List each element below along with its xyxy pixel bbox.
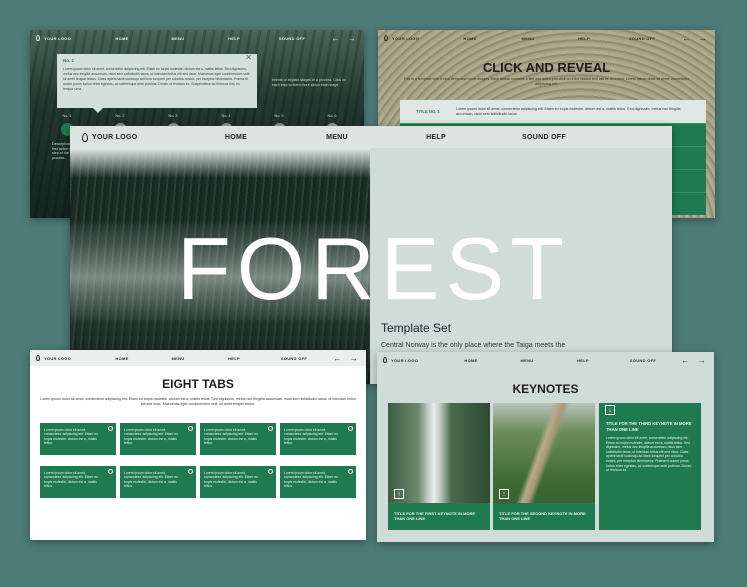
slide-title: KEYNOTES [512,382,579,396]
slide-arrows: ← → [681,356,706,365]
tab-icon [348,426,353,431]
nav-home[interactable]: HOME [463,36,476,41]
logo[interactable]: YOUR LOGO [36,355,71,361]
arrow-right-icon[interactable]: → [350,354,358,363]
nav-help[interactable]: HELP [228,36,240,41]
keynote-card-1[interactable]: ↑ TITLE FOR THE FIRST KEYNOTE IN MORE TH… [388,403,490,530]
hero-title: FOREST [177,219,570,318]
slide-nav-bar: YOUR LOGO HOME MENU HELP SOUND OFF ← → [378,30,715,46]
slide-title: EIGHT TABS [162,377,234,391]
keynote-caption: ↑ TITLE FOR THE SECOND KEYNOTE IN MORE T… [493,489,595,530]
tab-icon [108,469,113,474]
nav-help[interactable]: HELP [578,36,590,41]
keynote-card-2[interactable]: ↑ TITLE FOR THE SECOND KEYNOTE IN MORE T… [493,403,595,530]
leaf-icon [36,35,40,41]
leaf-icon [82,132,88,142]
fog-overlay [70,148,370,178]
nav-home[interactable]: HOME [115,36,128,41]
nav-help[interactable]: HELP [577,358,589,363]
close-icon[interactable]: ✕ [245,54,252,62]
timeline-intro-text: events or explain stages of a process. C… [272,78,347,87]
tab-4[interactable]: Lorem ipsum dolor sit amet, consectetur … [280,423,356,455]
nav-menu[interactable]: MENU [172,36,185,41]
slide-arrows: ← → [682,34,707,43]
tab-7[interactable]: Lorem ipsum dolor sit amet, consectetur … [200,466,276,498]
logo[interactable]: YOUR LOGO [383,357,418,363]
nav-sound[interactable]: SOUND OFF [630,358,656,363]
slide-arrows: ← → [333,354,358,363]
leaf-icon [384,35,388,41]
nav-home[interactable]: HOME [115,356,128,361]
tab-icon [108,426,113,431]
popup-text: Lorem ipsum dolor sit amet, consectetur … [63,67,251,91]
arrow-left-icon[interactable]: ← [681,356,689,365]
leaf-icon [36,355,40,361]
tab-icon [268,426,273,431]
nav-sound[interactable]: SOUND OFF [281,356,307,361]
slide-nav-bar: YOUR LOGO HOME MENU HELP SOUND OFF ← → [30,30,364,46]
arrow-right-icon[interactable]: → [698,356,706,365]
nav-sound[interactable]: SOUND OFF [279,36,305,41]
tab-3[interactable]: Lorem ipsum dolor sit amet, consectetur … [200,423,276,455]
step-popup: No. 1 ✕ Lorem ipsum dolor sit amet, cons… [57,54,257,113]
nav-help[interactable]: HELP [426,134,446,141]
tab-6[interactable]: Lorem ipsum dolor sit amet, consectetur … [120,466,196,498]
logo[interactable]: YOUR LOGO [36,35,71,41]
arrow-left-icon[interactable]: ← [682,34,690,43]
tab-icon [188,469,193,474]
tab-1[interactable]: Lorem ipsum dolor sit amet, consectetur … [40,423,116,455]
keynote-title: TITLE FOR THE THIRD KEYNOTE IN MORE THAN… [606,421,692,432]
logo[interactable]: YOUR LOGO [384,35,419,41]
template-set-heading: Template Set [381,321,452,335]
nav-help[interactable]: HELP [228,356,240,361]
arrow-right-icon[interactable]: → [699,34,707,43]
reveal-item-text: Lorem ipsum dolor sit amet, consectetur … [456,106,681,116]
tab-icon [348,469,353,474]
leaf-icon [383,357,387,363]
slide-arrows: ← → [331,34,356,43]
slide-lead-text: This is a template with 5 click items an… [403,77,690,86]
tab-8[interactable]: Lorem ipsum dolor sit amet, consectetur … [280,466,356,498]
arrow-up-icon[interactable]: ↑ [499,489,509,499]
tab-icon [268,469,273,474]
nav-home[interactable]: HOME [464,358,477,363]
slide-title: CLICK AND REVEAL [482,60,611,75]
slide-lead-text: Lorem ipsum dolor sit amet, consectetur … [40,397,356,406]
tab-2[interactable]: Lorem ipsum dolor sit amet, consectetur … [120,423,196,455]
hero-nav-bar: YOUR LOGO HOME MENU HELP SOUND OFF [70,126,672,148]
tab-icon [188,426,193,431]
nav-menu[interactable]: MENU [172,356,185,361]
reveal-item-title: TITLE NO. 1 [416,109,440,114]
tab-5[interactable]: Lorem ipsum dolor sit amet, consectetur … [40,466,116,498]
reveal-item-1[interactable]: TITLE NO. 1 Lorem ipsum dolor sit amet, … [400,100,706,123]
hero-body-text: Central Norway is the only place where t… [381,342,566,349]
keynote-caption: ↑ TITLE FOR THE FIRST KEYNOTE IN MORE TH… [388,489,490,530]
arrow-left-icon[interactable]: ← [331,34,339,43]
slide-nav-bar: YOUR LOGO HOME MENU HELP SOUND OFF ← → [30,350,366,366]
logo[interactable]: YOUR LOGO [82,132,137,142]
arrow-left-icon[interactable]: ← [333,354,341,363]
nav-menu[interactable]: MENU [521,358,534,363]
keynotes-slide: YOUR LOGO HOME MENU HELP SOUND OFF ← → KE… [377,352,714,542]
nav-menu[interactable]: MENU [522,36,535,41]
nav-sound[interactable]: SOUND OFF [522,134,566,141]
nav-sound[interactable]: SOUND OFF [629,36,655,41]
keynote-text: Lorem ipsum dolor sit amet, consectetur … [606,436,692,473]
eight-tabs-slide: YOUR LOGO HOME MENU HELP SOUND OFF ← → EI… [30,350,366,540]
nav-home[interactable]: HOME [225,134,247,141]
arrow-right-icon[interactable]: → [348,34,356,43]
nav-menu[interactable]: MENU [326,134,348,141]
arrow-down-icon[interactable]: ↓ [605,405,615,415]
keynote-card-3[interactable]: ↓ TITLE FOR THE THIRD KEYNOTE IN MORE TH… [599,403,701,530]
arrow-up-icon[interactable]: ↑ [394,489,404,499]
slide-nav-bar: YOUR LOGO HOME MENU HELP SOUND OFF ← → [377,352,714,368]
popup-title: No. 1 [63,58,75,63]
